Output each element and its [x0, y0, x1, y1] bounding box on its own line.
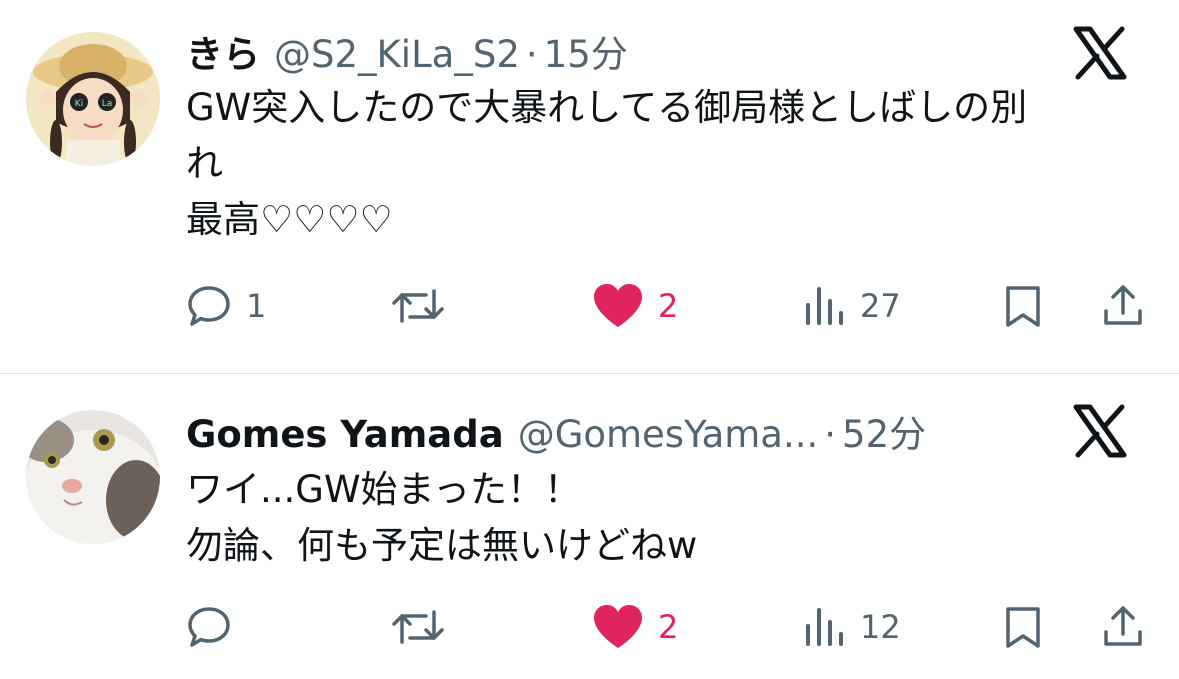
- views-button[interactable]: 27: [804, 281, 901, 331]
- avatar-text-left: Ki: [75, 99, 83, 109]
- heart-icon: [594, 605, 642, 648]
- views-icon: [806, 608, 843, 646]
- separator-dot: ·: [525, 33, 538, 76]
- tweet-text-line: GW突入したので大暴れしてる御局様としばしの別: [186, 86, 1028, 129]
- heart-icon: [594, 284, 642, 327]
- bookmark-icon: [1006, 607, 1040, 648]
- like-button[interactable]: 2: [592, 602, 678, 652]
- tweet-text: ワイ...GW始まった！！ 勿論、何も予定は無いけどねw: [186, 462, 1156, 574]
- display-name[interactable]: きら: [186, 24, 260, 78]
- views-button[interactable]: 12: [804, 602, 901, 652]
- views-icon: [806, 287, 843, 325]
- like-button[interactable]: 2: [592, 281, 678, 331]
- avatar[interactable]: [26, 410, 160, 544]
- tweet-text-line: れ: [186, 142, 223, 185]
- retweet-button[interactable]: [388, 602, 462, 652]
- timestamp[interactable]: 15分: [544, 24, 628, 78]
- avatar[interactable]: Ki La: [26, 32, 160, 166]
- user-handle[interactable]: @S2_KiLa_S2: [274, 33, 520, 76]
- reply-icon: [188, 607, 230, 647]
- tweet-actions: 1 2 27: [186, 281, 1156, 331]
- reply-button[interactable]: 1: [186, 281, 266, 331]
- x-logo-icon: [1073, 404, 1127, 458]
- share-button[interactable]: [1100, 281, 1146, 331]
- bookmark-button[interactable]: [1002, 602, 1046, 652]
- views-count: 12: [860, 608, 901, 646]
- bookmark-icon: [1006, 286, 1040, 327]
- like-count: 2: [658, 608, 679, 646]
- tweet-text-line: 最高♡♡♡♡: [186, 198, 393, 241]
- reply-button[interactable]: [186, 602, 246, 652]
- reply-icon: [188, 286, 230, 326]
- avatar-text-right: La: [102, 99, 113, 109]
- tweet-header: きら @S2_KiLa_S2 · 15分: [186, 24, 628, 76]
- share-button[interactable]: [1100, 602, 1146, 652]
- user-handle[interactable]: @GomesYama...: [518, 413, 819, 456]
- tweet-text-line: 勿論、何も予定は無いけどねw: [186, 524, 698, 567]
- like-count: 2: [658, 287, 679, 325]
- timestamp[interactable]: 52分: [842, 404, 926, 458]
- bookmark-button[interactable]: [1002, 281, 1046, 331]
- tweet-text-line: ワイ...GW始まった！！: [186, 468, 582, 511]
- share-icon: [1104, 606, 1142, 646]
- x-logo-icon: [1073, 26, 1127, 80]
- reply-count: 1: [246, 287, 267, 325]
- share-icon: [1104, 285, 1142, 325]
- display-name[interactable]: Gomes Yamada: [186, 413, 504, 456]
- views-count: 27: [860, 287, 901, 325]
- tweet-text: GW突入したので大暴れしてる御局様としばしの別 れ 最高♡♡♡♡: [186, 80, 1156, 248]
- retweet-button[interactable]: [388, 281, 462, 331]
- tweet[interactable]: Gomes Yamada @GomesYama... · 52分 ワイ...GW…: [0, 374, 1179, 679]
- tweet-actions: 2 12: [186, 602, 1156, 652]
- retweet-icon: [392, 610, 444, 644]
- separator-dot: ·: [824, 413, 837, 456]
- tweet[interactable]: Ki La きら @S2_KiLa_S2 · 15分 GW突入したので大暴れして…: [0, 0, 1179, 373]
- retweet-icon: [392, 289, 444, 323]
- tweet-header: Gomes Yamada @GomesYama... · 52分: [186, 404, 926, 456]
